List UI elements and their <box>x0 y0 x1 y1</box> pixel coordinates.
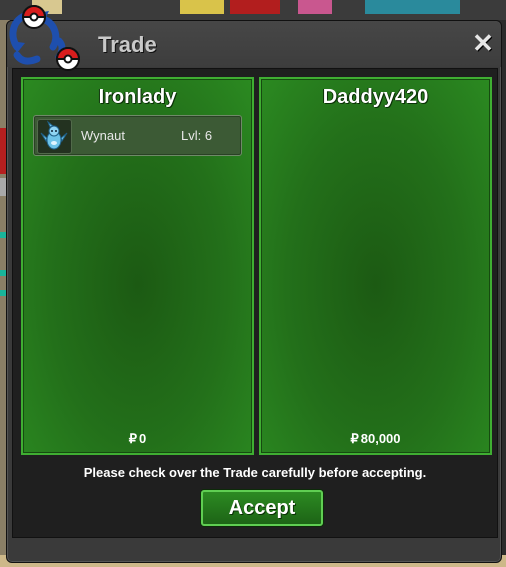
money-offer-left: ₽0 <box>23 431 252 447</box>
money-offer-right: ₽80,000 <box>261 431 490 447</box>
accept-button[interactable]: Accept <box>201 490 323 526</box>
offered-pokemon-slot[interactable]: Wynaut Lvl: 6 <box>33 115 242 156</box>
wynaut-sprite-icon <box>40 120 68 150</box>
trade-panel-right: Daddyy420 ₽80,000 <box>259 77 492 455</box>
pokeball-swap-icon <box>9 5 81 71</box>
background-tile <box>365 0 460 14</box>
money-amount-right: 80,000 <box>360 431 401 446</box>
background-tile <box>298 0 332 14</box>
money-amount-left: 0 <box>139 431 147 446</box>
pokemon-icon-box <box>37 119 72 154</box>
pokemon-name: Wynaut <box>81 128 125 143</box>
trade-panel-left: Ironlady Wynaut Lvl: 6 ₽ 0 <box>21 77 254 455</box>
background-tile <box>180 0 224 14</box>
player-name-left: Ironlady <box>98 86 177 108</box>
player-name-right: Daddyy420 <box>322 86 429 108</box>
background-tile <box>230 0 280 14</box>
pokemon-level: Lvl: 6 <box>181 128 213 143</box>
close-button[interactable]: ✕ <box>471 28 495 58</box>
trade-notice: Please check over the Trade carefully be… <box>83 465 427 480</box>
trade-content: Ironlady Wynaut Lvl: 6 ₽ 0 Daddyy420 ₽ 8… <box>12 68 498 538</box>
close-icon: ✕ <box>472 28 494 58</box>
trade-window: Trade ✕ Ironlady Wynaut Lvl: 6 ₽ 0 Daddy… <box>6 5 502 563</box>
pokedollar-icon: ₽ <box>350 431 359 446</box>
window-title: Trade <box>98 32 157 57</box>
pokedollar-icon: ₽ <box>128 431 138 446</box>
